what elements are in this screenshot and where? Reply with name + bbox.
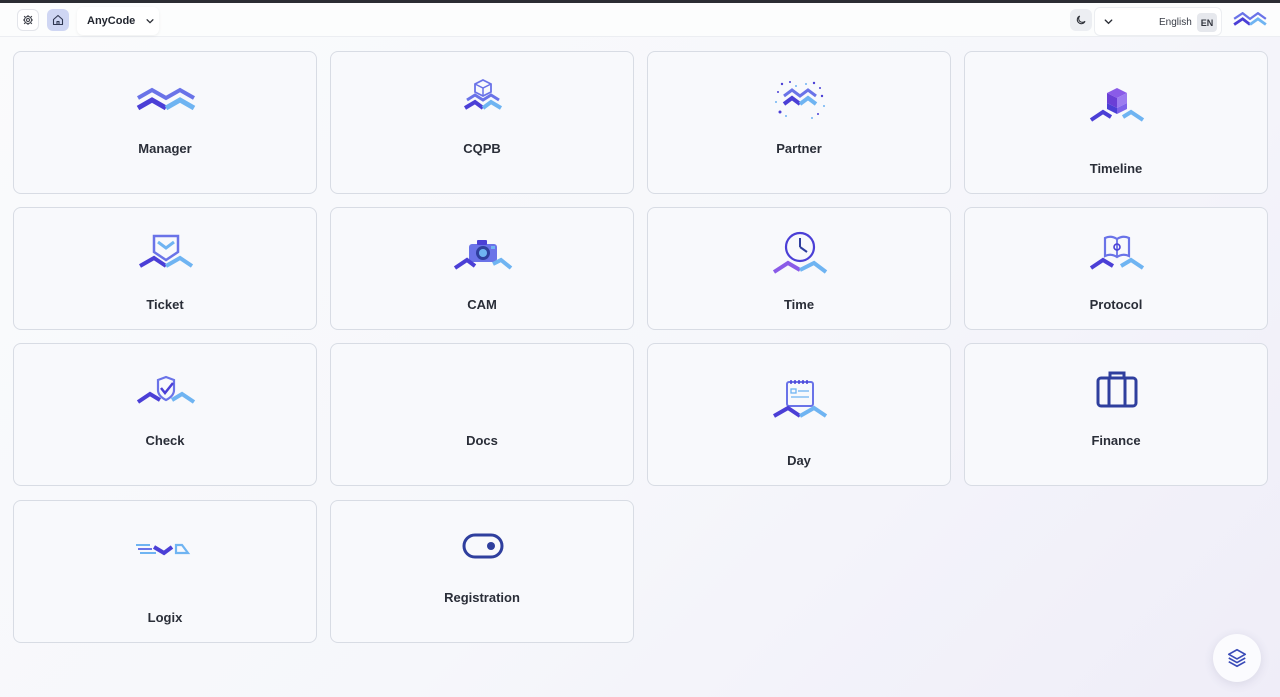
app-card-time[interactable]: Time bbox=[647, 207, 951, 330]
app-selector-label: AnyCode bbox=[87, 15, 136, 27]
app-card-label: CQPB bbox=[463, 141, 501, 156]
cube-icon bbox=[463, 78, 503, 110]
truck-motion-icon bbox=[136, 543, 191, 556]
app-card-label: Manager bbox=[138, 141, 192, 156]
app-card-label: Time bbox=[783, 297, 815, 312]
layers-fab-button[interactable] bbox=[1213, 634, 1261, 682]
app-card-label: Logix bbox=[147, 610, 183, 625]
clock-icon bbox=[772, 231, 828, 274]
settings-button[interactable] bbox=[17, 9, 39, 31]
app-card-timeline[interactable]: Timeline bbox=[964, 51, 1268, 194]
book-icon bbox=[1089, 235, 1145, 270]
app-card-protocol[interactable]: Protocol bbox=[964, 207, 1268, 330]
language-selector[interactable]: English EN bbox=[1094, 7, 1222, 36]
app-card-partner[interactable]: Partner bbox=[647, 51, 951, 194]
camera-icon bbox=[453, 240, 513, 270]
app-card-label: Check bbox=[145, 433, 185, 448]
app-card-cqpb[interactable]: CQPB bbox=[330, 51, 634, 194]
home-button[interactable] bbox=[47, 9, 69, 31]
app-card-label: Timeline bbox=[1089, 161, 1143, 176]
app-card-logix[interactable]: Logix bbox=[13, 500, 317, 643]
app-card-label: Protocol bbox=[1089, 297, 1143, 312]
ticket-shield-icon bbox=[139, 234, 194, 268]
app-card-label: Ticket bbox=[146, 297, 184, 312]
briefcase-icon bbox=[1096, 371, 1138, 408]
toggle-icon bbox=[462, 533, 504, 559]
app-card-label: CAM bbox=[467, 297, 497, 312]
app-card-ticket[interactable]: Ticket bbox=[13, 207, 317, 330]
chevron-down-icon bbox=[146, 19, 154, 24]
app-card-registration[interactable]: Registration bbox=[330, 500, 634, 643]
app-card-label: Day bbox=[787, 453, 811, 468]
app-card-label: Finance bbox=[1091, 433, 1141, 448]
app-card-check[interactable]: Check bbox=[13, 343, 317, 486]
brand-logo-icon bbox=[1233, 12, 1267, 26]
gear-icon bbox=[23, 15, 33, 25]
language-label: English bbox=[1159, 17, 1192, 28]
calendar-icon bbox=[773, 380, 828, 418]
check-shield-icon bbox=[136, 375, 196, 404]
home-icon bbox=[52, 14, 64, 26]
top-bar: AnyCode English EN bbox=[0, 3, 1280, 37]
language-code-badge: EN bbox=[1197, 13, 1217, 32]
manager-icon bbox=[136, 87, 196, 111]
app-card-label: Registration bbox=[444, 590, 520, 605]
stack-icon bbox=[1089, 88, 1145, 122]
app-card-label: Docs bbox=[466, 433, 498, 448]
app-selector[interactable]: AnyCode bbox=[77, 7, 159, 35]
theme-toggle-button[interactable] bbox=[1070, 9, 1092, 31]
app-card-finance[interactable]: Finance bbox=[964, 343, 1268, 486]
network-icon bbox=[775, 81, 825, 119]
app-card-label: Partner bbox=[776, 141, 822, 156]
layers-icon bbox=[1227, 648, 1247, 668]
app-card-cam[interactable]: CAM bbox=[330, 207, 634, 330]
app-card-day[interactable]: Day bbox=[647, 343, 951, 486]
moon-icon bbox=[1076, 15, 1086, 25]
chevron-down-icon bbox=[1104, 19, 1113, 25]
app-card-manager[interactable]: Manager bbox=[13, 51, 317, 194]
app-card-docs[interactable]: Docs bbox=[330, 343, 634, 486]
